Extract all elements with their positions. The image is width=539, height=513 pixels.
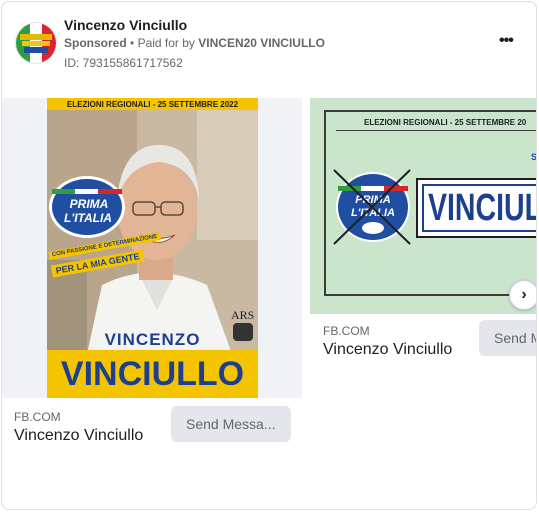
paid-by[interactable]: VINCEN20 VINCIULLO bbox=[198, 36, 325, 50]
sponsored-label: Sponsored bbox=[64, 36, 127, 50]
ad-id: ID: 793155861717562 bbox=[64, 56, 183, 70]
party-name-line2: L'ITALIA bbox=[64, 211, 112, 225]
candidate-poster: ELEZIONI REGIONALI - 25 SETTEMBRE 2022 P… bbox=[47, 98, 258, 398]
slide2-domain: FB.COM bbox=[323, 324, 370, 338]
vote-cross-icon bbox=[333, 169, 411, 245]
paid-prefix: Paid for by bbox=[137, 36, 195, 50]
slide1-domain: FB.COM bbox=[14, 410, 61, 424]
chevron-right-icon: › bbox=[521, 286, 527, 303]
separator-dot: • bbox=[130, 36, 138, 50]
carousel-slide-2[interactable]: ELEZIONI REGIONALI - 25 SETTEMBRE 20 S P… bbox=[310, 98, 537, 314]
ars-label: ARS bbox=[231, 308, 255, 322]
slide2-title[interactable]: Vincenzo Vinciullo bbox=[323, 341, 452, 359]
slide2-send-message-button[interactable]: Send M bbox=[479, 320, 536, 356]
carousel[interactable]: ELEZIONI REGIONALI - 25 SETTEMBRE 2022 P… bbox=[2, 98, 537, 398]
slide1-title[interactable]: Vincenzo Vinciullo bbox=[14, 427, 143, 445]
carousel-slide-1[interactable]: ELEZIONI REGIONALI - 25 SETTEMBRE 2022 P… bbox=[2, 98, 302, 398]
slide2-name: VINCIUL bbox=[428, 186, 537, 229]
slide1-send-message-button[interactable]: Send Messa... bbox=[171, 406, 291, 442]
more-horizontal-icon[interactable]: ••• bbox=[499, 32, 514, 50]
page-avatar[interactable] bbox=[15, 22, 57, 64]
party-logo: PRIMA L'ITALIA bbox=[49, 176, 125, 238]
slide1-meta[interactable]: FB.COM Vincenzo Vinciullo bbox=[14, 410, 143, 445]
slide2-meta[interactable]: FB.COM Vincenzo Vinciullo bbox=[323, 324, 452, 359]
sponsored-line: Sponsored • Paid for by VINCEN20 VINCIUL… bbox=[64, 36, 325, 50]
poster-first-name: VINCENZO bbox=[104, 330, 201, 349]
party-name-line1: PRIMA bbox=[69, 197, 109, 211]
ad-card: Vincenzo Vinciullo Sponsored • Paid for … bbox=[1, 1, 537, 510]
poster-last-name: VINCIULLO bbox=[60, 354, 245, 393]
carousel-next-button[interactable]: › bbox=[509, 280, 536, 310]
slide2-banner: ELEZIONI REGIONALI - 25 SETTEMBRE 20 bbox=[364, 118, 527, 127]
page-name[interactable]: Vincenzo Vinciullo bbox=[64, 17, 187, 33]
poster-banner: ELEZIONI REGIONALI - 25 SETTEMBRE 2022 bbox=[66, 99, 239, 109]
